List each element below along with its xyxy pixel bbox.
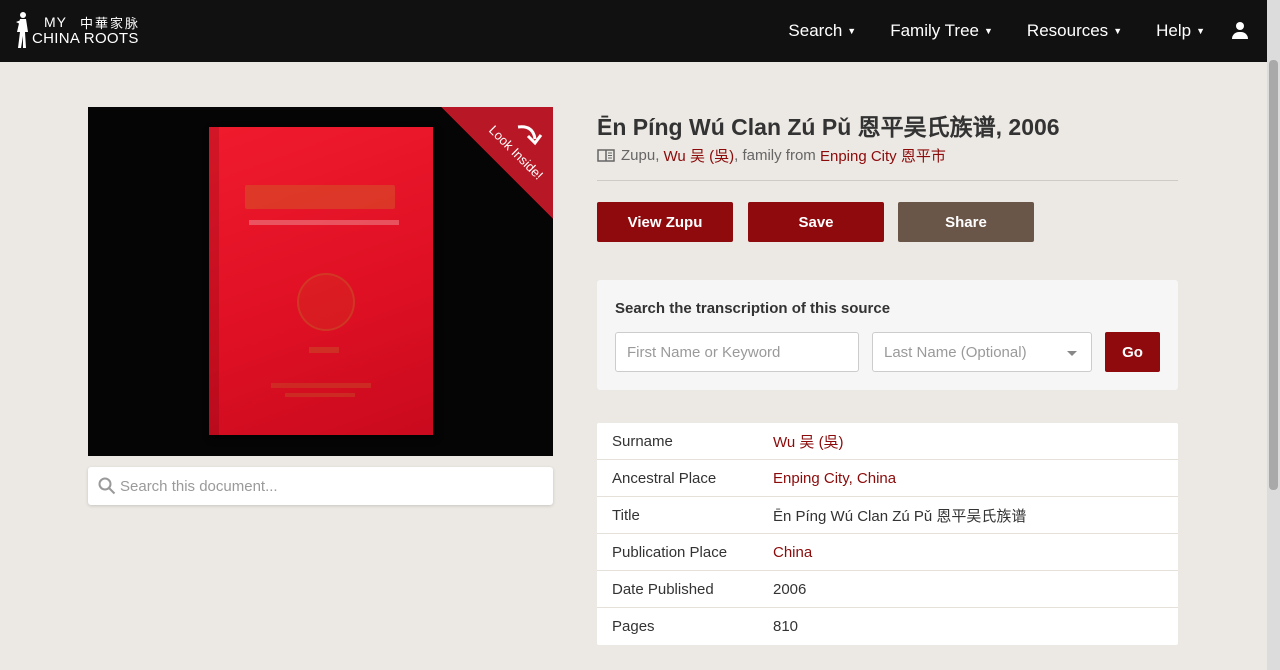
family-from-text: family from xyxy=(742,147,816,164)
open-book-icon xyxy=(597,149,615,162)
surname-link[interactable]: Wu 吴 (吳) xyxy=(664,145,735,166)
search-icon xyxy=(98,477,116,495)
nav-resources[interactable]: Resources ▼ xyxy=(1027,21,1122,41)
source-type: Zupu xyxy=(621,147,656,164)
view-zupu-button[interactable]: View Zupu xyxy=(597,202,733,242)
detail-label: Publication Place xyxy=(612,543,728,561)
red-book-cover xyxy=(209,127,433,435)
detail-label: Ancestral Place xyxy=(612,469,717,487)
first-name-field[interactable] xyxy=(615,332,859,372)
table-row: Publication Place China xyxy=(597,534,1178,571)
detail-value-link[interactable]: Wu 吴 (吳) xyxy=(773,431,844,452)
nav-family-tree[interactable]: Family Tree ▼ xyxy=(890,21,993,41)
detail-label: Title xyxy=(612,506,640,524)
book-cover-image[interactable]: Look Inside! xyxy=(88,107,553,456)
scrollbar-thumb[interactable] xyxy=(1269,60,1278,490)
detail-value: 2006 xyxy=(773,580,807,598)
page-title: Ēn Píng Wú Clan Zú Pǔ 恩平吴氏族谱, 2006 xyxy=(597,114,1060,140)
table-row: Date Published 2006 xyxy=(597,571,1178,608)
document-search-input[interactable] xyxy=(120,477,540,495)
detail-label: Pages xyxy=(612,618,655,635)
site-logo[interactable]: MY 中華家脉 CHINA ROOTS xyxy=(14,10,144,50)
detail-label: Surname xyxy=(612,432,673,450)
curved-arrow-icon xyxy=(517,125,543,146)
dropdown-caret-icon xyxy=(1067,351,1077,356)
comma-separator: , xyxy=(655,147,664,164)
caret-down-icon: ▼ xyxy=(1113,26,1123,36)
go-button[interactable]: Go xyxy=(1105,332,1160,372)
last-name-field[interactable] xyxy=(872,332,1092,372)
detail-label: Date Published xyxy=(612,580,714,598)
share-button[interactable]: Share xyxy=(898,202,1034,242)
top-navigation-bar: MY 中華家脉 CHINA ROOTS Search ▼ Family Tree… xyxy=(0,0,1267,62)
detail-value: 810 xyxy=(773,618,799,635)
book-emblem xyxy=(297,273,355,331)
place-link[interactable]: Enping City 恩平市 xyxy=(820,145,946,166)
caret-down-icon: ▼ xyxy=(1196,26,1205,36)
detail-value-link[interactable]: China xyxy=(773,544,812,561)
page-scrollbar[interactable] xyxy=(1267,0,1280,670)
table-row: Title Ēn Píng Wú Clan Zú Pǔ 恩平吴氏族谱 xyxy=(597,497,1178,534)
comma-separator: , xyxy=(734,147,743,164)
logo-figure-icon xyxy=(16,12,28,48)
transcription-search-label: Search the transcription of this source xyxy=(615,300,891,317)
table-row: Pages 810 xyxy=(597,608,1178,645)
logo-text-china-roots: CHINA ROOTS xyxy=(32,30,139,47)
divider xyxy=(597,180,1178,181)
caret-down-icon: ▼ xyxy=(984,26,993,36)
table-row: Surname Wu 吴 (吳) xyxy=(597,423,1178,460)
nav-resources-label: Resources xyxy=(1026,21,1109,40)
source-details-table: Surname Wu 吴 (吳) Ancestral Place Enping … xyxy=(597,423,1178,645)
first-name-input[interactable] xyxy=(627,343,858,361)
nav-family-tree-label: Family Tree xyxy=(890,21,979,40)
main-nav: Search ▼ Family Tree ▼ Resources ▼ Help … xyxy=(754,0,1249,62)
nav-search-label: Search xyxy=(788,21,843,40)
logo-text-my: MY xyxy=(44,14,67,30)
transcription-search-panel: Search the transcription of this source … xyxy=(597,280,1178,390)
last-name-input[interactable] xyxy=(884,343,1091,361)
detail-value: Ēn Píng Wú Clan Zú Pǔ 恩平吴氏族谱 xyxy=(773,507,1027,525)
nav-help-label: Help xyxy=(1156,21,1192,40)
nav-help[interactable]: Help ▼ xyxy=(1156,21,1205,41)
user-account-icon[interactable] xyxy=(1231,22,1249,40)
detail-value-link[interactable]: Enping City, China xyxy=(773,470,896,487)
nav-search[interactable]: Search ▼ xyxy=(788,21,856,41)
caret-down-icon: ▼ xyxy=(847,26,857,36)
document-search-box[interactable] xyxy=(88,467,553,505)
table-row: Ancestral Place Enping City, China xyxy=(597,460,1178,497)
save-button[interactable]: Save xyxy=(748,202,884,242)
book-title-embossing xyxy=(245,185,395,209)
source-meta-line: Zupu, Wu 吴 (吳), family from Enping City … xyxy=(597,145,946,166)
